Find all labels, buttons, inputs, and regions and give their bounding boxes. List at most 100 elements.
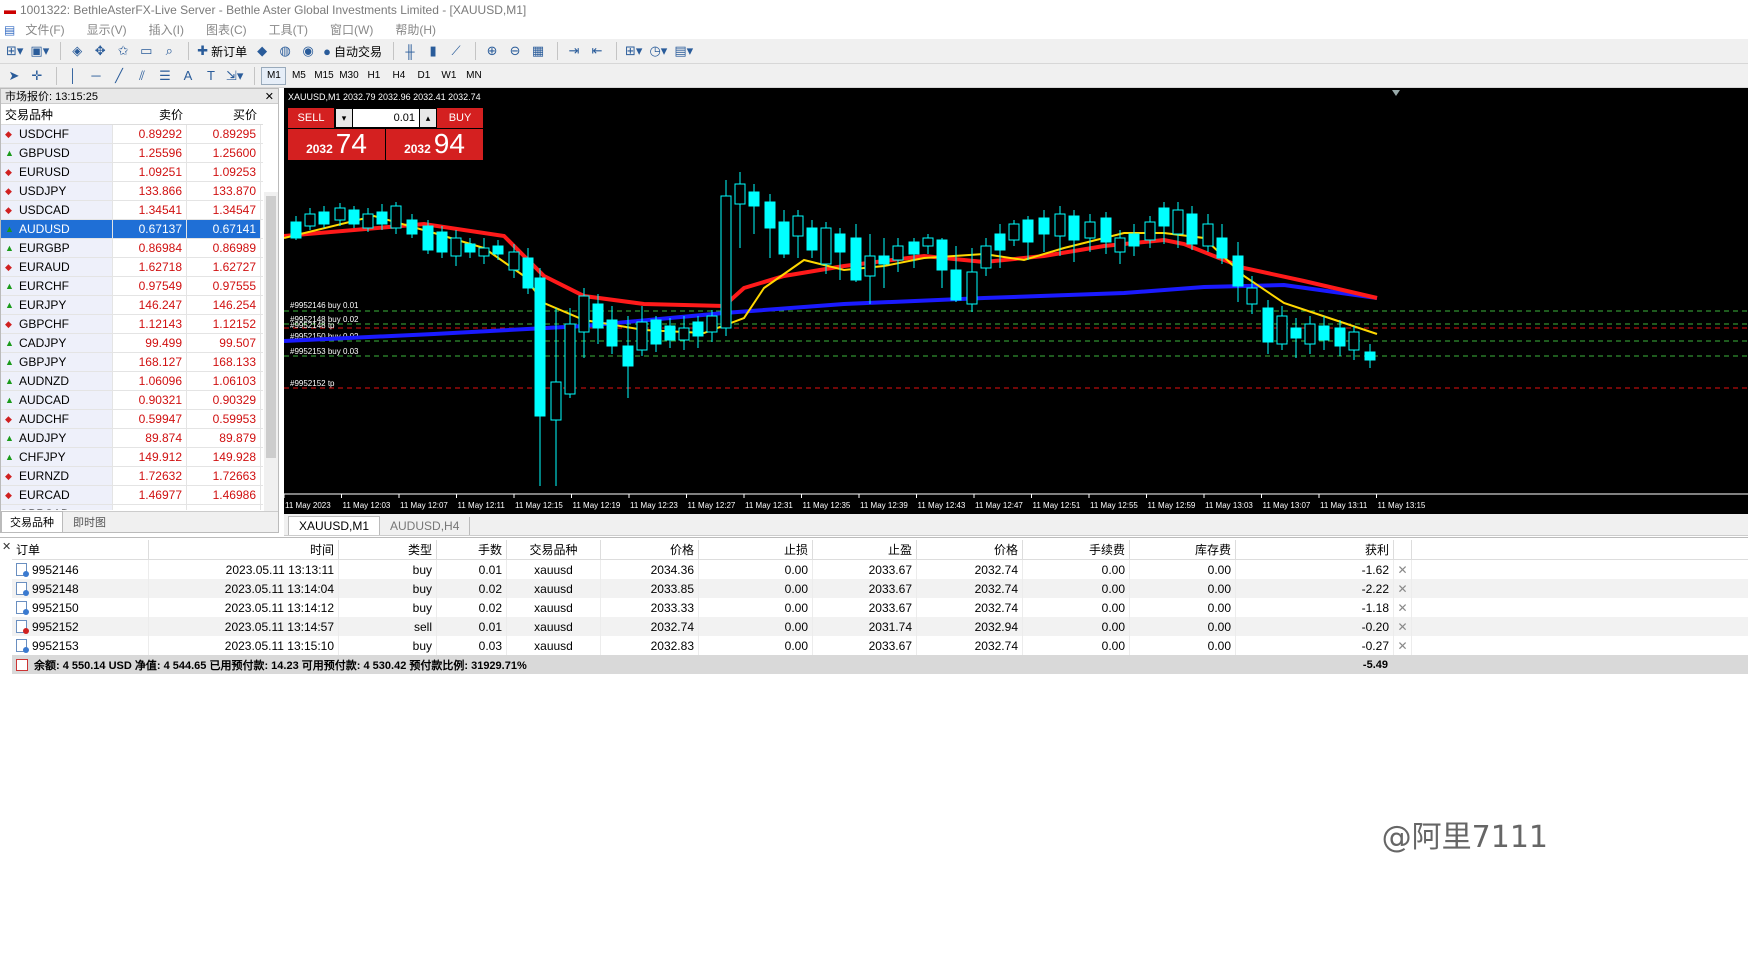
- vertical-line-icon[interactable]: │: [63, 66, 83, 86]
- strategy-tester-icon[interactable]: ⌕: [159, 41, 179, 61]
- zoom-in-icon[interactable]: ⊕: [482, 41, 502, 61]
- market-row[interactable]: ▲ GBPUSD 1.25596 1.25600: [1, 144, 263, 163]
- col-profit[interactable]: 获利: [1236, 540, 1394, 559]
- cursor-icon[interactable]: ➤: [4, 66, 24, 86]
- col-lots[interactable]: 手数: [437, 540, 507, 559]
- sell-button[interactable]: SELL: [288, 108, 334, 128]
- menu-insert[interactable]: 插入(I): [149, 21, 184, 38]
- close-icon[interactable]: ✕: [265, 90, 274, 103]
- data-window-icon[interactable]: ✥: [90, 41, 110, 61]
- market-row[interactable]: ◆ USDCHF 0.89292 0.89295: [1, 125, 263, 144]
- close-order-icon[interactable]: ✕: [1394, 579, 1412, 598]
- menu-help[interactable]: 帮助(H): [395, 21, 436, 38]
- menu-tools[interactable]: 工具(T): [269, 21, 308, 38]
- tab-audusd-h4[interactable]: AUDUSD,H4: [380, 517, 471, 535]
- timeframe-h1[interactable]: H1: [361, 67, 386, 85]
- tile-windows-icon[interactable]: ▦: [528, 41, 548, 61]
- tab-symbols[interactable]: 交易品种: [1, 511, 63, 532]
- chart-canvas[interactable]: #9952146 buy 0.01#9952148 buy 0.02#99521…: [284, 88, 1748, 514]
- market-row[interactable]: ▲ EURJPY 146.247 146.254: [1, 296, 263, 315]
- auto-scroll-icon[interactable]: ⇥: [564, 41, 584, 61]
- column-bid[interactable]: 卖价: [113, 104, 187, 124]
- document-icon[interactable]: ▤: [4, 23, 15, 37]
- menu-file[interactable]: 文件(F): [25, 21, 64, 38]
- new-chart-icon[interactable]: ⊞▾: [4, 41, 25, 61]
- market-row[interactable]: ▲ AUDUSD 0.67137 0.67141: [1, 220, 263, 239]
- market-row[interactable]: ▲ EURGBP 0.86984 0.86989: [1, 239, 263, 258]
- signals-icon[interactable]: ◉: [298, 41, 318, 61]
- col-sl[interactable]: 止损: [699, 540, 813, 559]
- close-order-icon[interactable]: ✕: [1394, 560, 1412, 579]
- tab-tick-chart[interactable]: 即时图: [65, 512, 114, 532]
- horizontal-line-icon[interactable]: ─: [86, 66, 106, 86]
- column-ask[interactable]: 买价: [187, 104, 261, 124]
- templates-icon[interactable]: ▤▾: [672, 41, 695, 61]
- market-row[interactable]: ◆ GBPCAD: [1, 505, 263, 510]
- timeframe-m30[interactable]: M30: [336, 67, 361, 85]
- metaeditor-icon[interactable]: ◆: [252, 41, 272, 61]
- new-order-button[interactable]: ✚ 新订单: [195, 41, 249, 61]
- market-row[interactable]: ◆ USDCAD 1.34541 1.34547: [1, 201, 263, 220]
- market-row[interactable]: ◆ AUDCHF 0.59947 0.59953: [1, 410, 263, 429]
- market-row[interactable]: ▲ GBPJPY 168.127 168.133: [1, 353, 263, 372]
- col-type[interactable]: 类型: [339, 540, 437, 559]
- lot-input[interactable]: 0.01: [353, 109, 419, 127]
- scrollbar-thumb[interactable]: [266, 196, 276, 458]
- col-order[interactable]: 订单: [12, 540, 149, 559]
- timeframe-m1[interactable]: M1: [261, 66, 287, 85]
- market-row[interactable]: ◆ EURNZD 1.72632 1.72663: [1, 467, 263, 486]
- close-order-icon[interactable]: ✕: [1394, 636, 1412, 655]
- fibonacci-icon[interactable]: ☰: [155, 66, 175, 86]
- menu-charts[interactable]: 图表(C): [206, 21, 247, 38]
- text-label-icon[interactable]: T: [201, 66, 221, 86]
- market-scrollbar[interactable]: [264, 192, 278, 512]
- zoom-out-icon[interactable]: ⊖: [505, 41, 525, 61]
- trendline-icon[interactable]: ╱: [109, 66, 129, 86]
- market-row[interactable]: ◆ EURUSD 1.09251 1.09253: [1, 163, 263, 182]
- menu-view[interactable]: 显示(V): [87, 21, 127, 38]
- close-icon[interactable]: ✕: [2, 540, 11, 553]
- candlestick-icon[interactable]: ▮: [423, 41, 443, 61]
- tab-xauusd-m1[interactable]: XAUUSD,M1: [288, 516, 381, 535]
- auto-trade-button[interactable]: ● 自动交易: [321, 41, 384, 61]
- buy-button[interactable]: BUY: [437, 108, 483, 128]
- order-row[interactable]: 9952153 2023.05.11 13:15:10 buy 0.03 xauusd 2…: [12, 636, 1748, 655]
- indicators-icon[interactable]: ⊞▾: [623, 41, 644, 61]
- terminal-icon[interactable]: ▭: [136, 41, 156, 61]
- close-order-icon[interactable]: ✕: [1394, 617, 1412, 636]
- market-row[interactable]: ◆ EURAUD 1.62718 1.62727: [1, 258, 263, 277]
- market-row[interactable]: ▲ CHFJPY 149.912 149.928: [1, 448, 263, 467]
- line-chart-icon[interactable]: ⟋: [446, 41, 466, 61]
- market-row[interactable]: ◆ EURCAD 1.46977 1.46986: [1, 486, 263, 505]
- timeframe-m15[interactable]: M15: [311, 67, 336, 85]
- menu-window[interactable]: 窗口(W): [330, 21, 373, 38]
- col-current-price[interactable]: 价格: [917, 540, 1023, 559]
- text-icon[interactable]: A: [178, 66, 198, 86]
- profiles-icon[interactable]: ▣▾: [28, 41, 51, 61]
- navigator-icon[interactable]: ✩: [113, 41, 133, 61]
- column-symbol[interactable]: 交易品种: [1, 104, 113, 124]
- col-time[interactable]: 时间: [149, 540, 339, 559]
- arrows-icon[interactable]: ⇲▾: [224, 66, 245, 86]
- chart-shift-icon[interactable]: ⇤: [587, 41, 607, 61]
- timeframe-h4[interactable]: H4: [386, 67, 411, 85]
- market-row[interactable]: ▲ AUDNZD 1.06096 1.06103: [1, 372, 263, 391]
- periods-icon[interactable]: ◷▾: [647, 41, 669, 61]
- channel-icon[interactable]: ⫽: [132, 66, 152, 86]
- order-row[interactable]: 9952146 2023.05.11 13:13:11 buy 0.01 xauusd 2…: [12, 560, 1748, 579]
- col-tp[interactable]: 止盈: [813, 540, 917, 559]
- market-row[interactable]: ▲ EURCHF 0.97549 0.97555: [1, 277, 263, 296]
- timeframe-m5[interactable]: M5: [286, 67, 311, 85]
- market-row[interactable]: ▲ AUDJPY 89.874 89.879: [1, 429, 263, 448]
- close-order-icon[interactable]: ✕: [1394, 598, 1412, 617]
- order-row[interactable]: 9952150 2023.05.11 13:14:12 buy 0.02 xauusd 2…: [12, 598, 1748, 617]
- sell-price[interactable]: 2032 74: [288, 129, 385, 160]
- market-row[interactable]: ◆ GBPCHF 1.12143 1.12152: [1, 315, 263, 334]
- market-row[interactable]: ▲ CADJPY 99.499 99.507: [1, 334, 263, 353]
- lot-increase-icon[interactable]: ▴: [420, 109, 436, 127]
- timeframe-w1[interactable]: W1: [436, 67, 461, 85]
- history-icon[interactable]: ◍: [275, 41, 295, 61]
- timeframe-mn[interactable]: MN: [461, 67, 486, 85]
- price-chart[interactable]: #9952146 buy 0.01 #9952148 buy 0.02 #99521…: [284, 88, 1748, 514]
- timeframe-d1[interactable]: D1: [411, 67, 436, 85]
